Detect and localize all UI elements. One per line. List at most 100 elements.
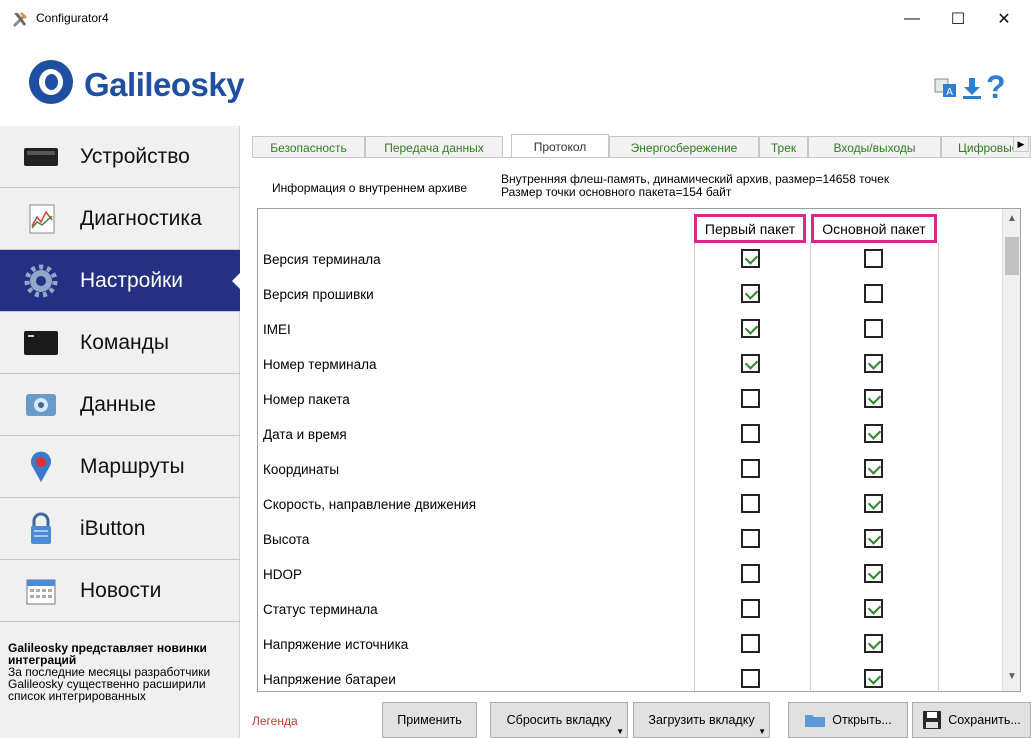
tab-inputs-outputs[interactable]: Входы/выходы	[808, 136, 941, 157]
table-row: Номер пакета	[258, 382, 1002, 417]
tab-protocol[interactable]: Протокол	[511, 134, 609, 157]
load-tab-button[interactable]: Загрузить вкладку ▼	[633, 702, 770, 738]
row-label: Версия прошивки	[263, 287, 374, 302]
main-packet-checkbox[interactable]	[864, 424, 883, 443]
row-label: Высота	[263, 532, 310, 547]
scrollbar-thumb[interactable]	[1005, 237, 1019, 275]
folder-icon	[805, 715, 826, 727]
sidebar-item-diagnostics[interactable]: Диагностика	[0, 188, 240, 250]
save-button-label: Сохранить...	[948, 713, 1021, 727]
help-icon[interactable]: ?	[986, 69, 1006, 106]
main-packet-checkbox[interactable]	[864, 459, 883, 478]
terminal-icon	[24, 330, 58, 355]
save-disk-icon	[923, 711, 942, 729]
sidebar-item-commands[interactable]: Команды	[0, 312, 240, 374]
settings-tabs: Безопасность Передача данных Протокол Эн…	[252, 134, 1031, 158]
row-label: Напряжение батареи	[263, 672, 396, 687]
reset-tab-button[interactable]: Сбросить вкладку ▼	[490, 702, 628, 738]
first-packet-checkbox[interactable]	[741, 424, 760, 443]
scroll-down-icon[interactable]: ▼	[1007, 671, 1017, 682]
main-packet-checkbox[interactable]	[864, 634, 883, 653]
sidebar-item-routes[interactable]: Маршруты	[0, 436, 240, 498]
sidebar-item-label: Устройство	[80, 144, 190, 168]
first-packet-checkbox[interactable]	[741, 459, 760, 478]
dropdown-caret-icon: ▼	[758, 727, 766, 736]
point-size-value: Размер точки основного пакета=154 байт	[501, 185, 732, 199]
sidebar-item-label: Настройки	[80, 268, 183, 292]
sidebar-item-news[interactable]: Новости	[0, 560, 240, 622]
table-row: Версия прошивки	[258, 277, 1002, 312]
sidebar-item-label: Новости	[80, 578, 162, 602]
row-label: Напряжение источника	[263, 637, 409, 652]
tab-data-transfer[interactable]: Передача данных	[365, 136, 503, 157]
sidebar-item-settings[interactable]: Настройки	[0, 250, 241, 312]
first-packet-checkbox[interactable]	[741, 494, 760, 513]
first-packet-checkbox[interactable]	[741, 389, 760, 408]
legend-link[interactable]: Легенда	[252, 714, 298, 728]
maximize-button[interactable]: ☐	[935, 0, 981, 38]
row-label: Скорость, направление движения	[263, 497, 477, 512]
configurator-app-icon	[13, 12, 27, 27]
row-label: Версия терминала	[263, 252, 381, 267]
first-packet-checkbox[interactable]	[741, 599, 760, 618]
table-row: Дата и время	[258, 417, 1002, 452]
column-header-main-packet: Основной пакет	[811, 214, 937, 243]
first-packet-checkbox[interactable]	[741, 284, 760, 303]
tab-security[interactable]: Безопасность	[252, 136, 365, 157]
first-packet-checkbox[interactable]	[741, 529, 760, 548]
map-pin-icon	[31, 451, 51, 482]
sidebar: Устройство Диагностика Настройки Команды…	[0, 126, 241, 738]
sidebar-item-ibutton[interactable]: iButton	[0, 498, 240, 560]
main-packet-checkbox[interactable]	[864, 599, 883, 618]
news-panel[interactable]: Galileosky представляет новинки интеграц…	[8, 642, 234, 702]
calendar-icon	[26, 579, 56, 604]
first-packet-checkbox[interactable]	[741, 634, 760, 653]
load-tab-button-label: Загрузить вкладку	[648, 713, 755, 727]
protocol-grid: Первый пакет Основной пакет Версия терми…	[257, 208, 1021, 692]
vertical-scrollbar[interactable]: ▲ ▼	[1002, 209, 1020, 691]
language-icon[interactable]: A	[934, 76, 958, 100]
save-button[interactable]: Сохранить...	[912, 702, 1031, 738]
main-packet-checkbox[interactable]	[864, 354, 883, 373]
sidebar-item-label: Команды	[80, 330, 169, 354]
main-packet-checkbox[interactable]	[864, 319, 883, 338]
sidebar-item-label: iButton	[80, 516, 146, 540]
table-row: Номер терминала	[258, 347, 1002, 382]
close-button[interactable]: ✕	[981, 0, 1027, 38]
main-packet-checkbox[interactable]	[864, 249, 883, 268]
table-row: Статус терминала	[258, 592, 1002, 627]
first-packet-checkbox[interactable]	[741, 319, 760, 338]
main-packet-checkbox[interactable]	[864, 529, 883, 548]
logo-text: Galileosky	[84, 66, 245, 103]
tab-track[interactable]: Трек	[759, 136, 808, 157]
row-label: HDOP	[263, 567, 303, 582]
column-header-first-packet: Первый пакет	[694, 214, 806, 243]
sidebar-item-data[interactable]: Данные	[0, 374, 240, 436]
first-packet-checkbox[interactable]	[741, 669, 760, 688]
download-icon[interactable]	[960, 76, 984, 100]
main-packet-checkbox[interactable]	[864, 669, 883, 688]
open-button[interactable]: Открыть...	[788, 702, 908, 738]
table-row: Версия терминала	[258, 242, 1002, 277]
main-packet-checkbox[interactable]	[864, 564, 883, 583]
dropdown-caret-icon: ▼	[616, 727, 624, 736]
first-packet-checkbox[interactable]	[741, 249, 760, 268]
main-packet-checkbox[interactable]	[864, 389, 883, 408]
apply-button[interactable]: Применить	[382, 702, 477, 738]
main-packet-checkbox[interactable]	[864, 284, 883, 303]
diagnostics-icon	[29, 204, 55, 233]
tab-power-saving[interactable]: Энергосбережение	[609, 136, 759, 157]
minimize-button[interactable]: —	[889, 0, 935, 38]
row-label: Номер терминала	[263, 357, 377, 372]
table-row: HDOP	[258, 557, 1002, 592]
main-packet-checkbox[interactable]	[864, 494, 883, 513]
sidebar-item-device[interactable]: Устройство	[0, 126, 240, 188]
first-packet-checkbox[interactable]	[741, 564, 760, 583]
first-packet-checkbox[interactable]	[741, 354, 760, 373]
sidebar-item-label: Маршруты	[80, 454, 185, 478]
tab-scroll-right-icon[interactable]: ▶	[1013, 136, 1029, 152]
reset-tab-button-label: Сбросить вкладку	[506, 713, 612, 727]
news-body: За последние месяцы разработчики Galileo…	[8, 665, 211, 703]
scroll-up-icon[interactable]: ▲	[1007, 213, 1017, 224]
row-label: Дата и время	[263, 427, 347, 442]
